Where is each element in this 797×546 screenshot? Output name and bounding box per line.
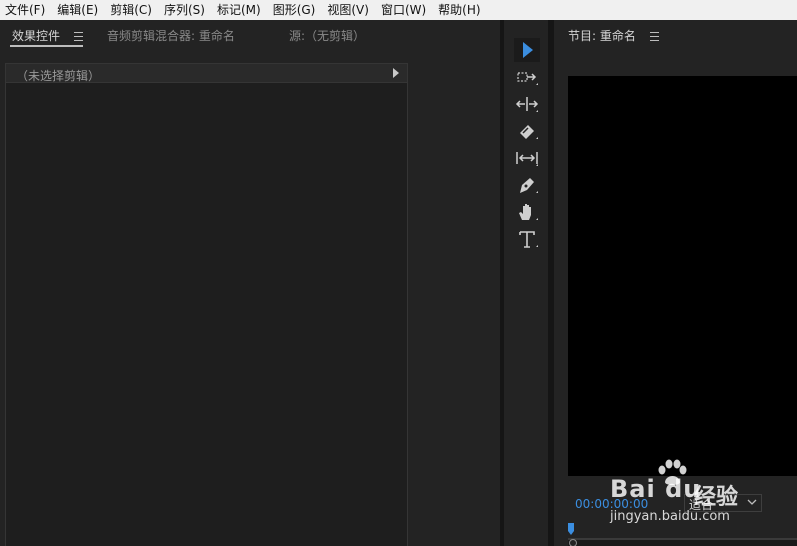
panel-menu-icon[interactable]: [74, 32, 83, 41]
menu-marker[interactable]: 标记(M): [212, 0, 268, 20]
clip-header-bar: （未选择剪辑）: [5, 63, 408, 83]
pen-icon: [520, 178, 538, 193]
hand-tool-button[interactable]: [514, 200, 540, 224]
premiere-window: 文件(F) 编辑(E) 剪辑(C) 序列(S) 标记(M) 图形(G) 视图(V…: [0, 0, 797, 546]
effect-controls-panel: 效果控件 音频剪辑混合器: 重命名 源:（无剪辑） （未选择剪辑）: [0, 20, 500, 546]
arrow-pointer-icon: [514, 38, 540, 62]
baidu-jingyan-watermark: Bai du 经验 jingyan.baidu.com: [610, 458, 797, 530]
menu-sequence[interactable]: 序列(S): [159, 0, 212, 20]
no-clip-selected-label: （未选择剪辑）: [16, 69, 101, 83]
tab-audio-clip-mixer[interactable]: 音频剪辑混合器: 重命名: [107, 27, 235, 44]
active-tab-underline: [10, 45, 83, 47]
menu-window[interactable]: 窗口(W): [376, 0, 433, 20]
type-tool-button[interactable]: [514, 227, 540, 251]
menu-help[interactable]: 帮助(H): [433, 0, 487, 20]
tab-effect-controls[interactable]: 效果控件: [12, 27, 60, 44]
zoom-scrollbar[interactable]: [568, 540, 797, 546]
watermark-text: 经验: [694, 485, 739, 510]
slip-icon: [516, 152, 538, 166]
scrub-handle[interactable]: [569, 539, 577, 546]
track-select-forward-tool-button[interactable]: [514, 65, 540, 89]
show-timeline-triangle-icon[interactable]: [393, 68, 399, 78]
panel-menu-icon[interactable]: [650, 32, 659, 41]
program-video-display: [568, 76, 797, 476]
selection-tool-button[interactable]: [514, 38, 540, 62]
hand-icon: [519, 204, 538, 220]
razor-icon: [520, 125, 538, 139]
tab-source[interactable]: 源:（无剪辑）: [289, 27, 365, 44]
program-monitor-title[interactable]: 节目: 重命名: [568, 27, 636, 44]
slip-tool-button[interactable]: [514, 146, 540, 170]
tools-panel: [504, 20, 548, 546]
menu-view[interactable]: 视图(V): [322, 0, 376, 20]
type-icon: [519, 231, 538, 248]
effect-controls-area: [5, 83, 408, 546]
watermark-url: jingyan.baidu.com: [610, 509, 730, 524]
menu-edit[interactable]: 编辑(E): [52, 0, 105, 20]
watermark-brand: Bai du: [610, 475, 702, 503]
ripple-edit-icon: [515, 97, 539, 112]
menu-bar: 文件(F) 编辑(E) 剪辑(C) 序列(S) 标记(M) 图形(G) 视图(V…: [0, 0, 797, 20]
ripple-edit-tool-button[interactable]: [514, 92, 540, 116]
pen-tool-button[interactable]: [514, 173, 540, 197]
playhead-marker-icon[interactable]: [568, 523, 574, 535]
menu-file[interactable]: 文件(F): [0, 0, 52, 20]
menu-clip[interactable]: 剪辑(C): [105, 0, 159, 20]
razor-tool-button[interactable]: [514, 119, 540, 143]
menu-graphics[interactable]: 图形(G): [268, 0, 323, 20]
panel-tab-bar: 效果控件 音频剪辑混合器: 重命名 源:（无剪辑）: [0, 20, 500, 50]
track-select-icon: [517, 72, 538, 85]
